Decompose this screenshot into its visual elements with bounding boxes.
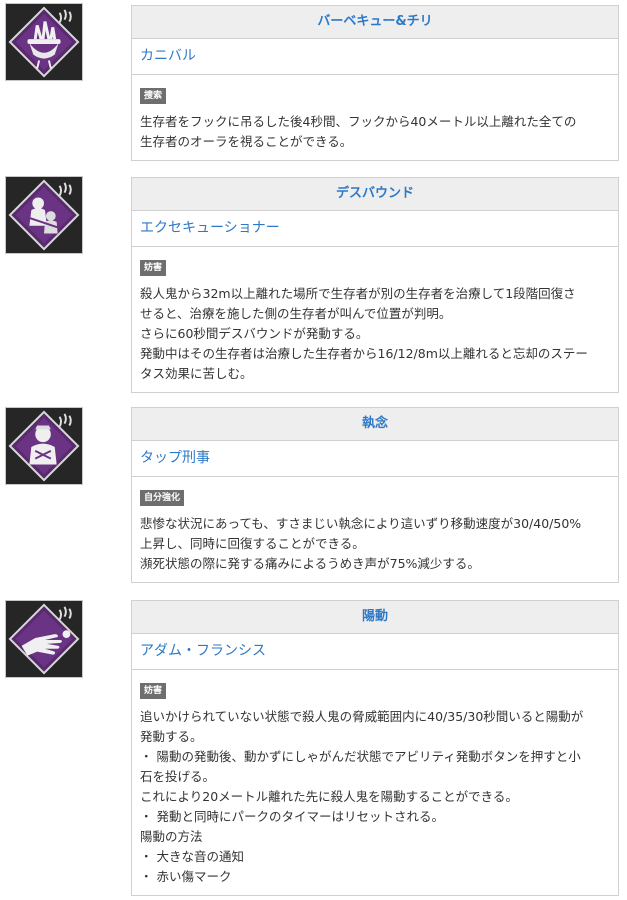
perk-character-link[interactable]: アダム・フランシス: [132, 634, 618, 670]
description-line: 生存者のオーラを視ることができる。: [140, 134, 353, 149]
description-line: 発動する。: [140, 729, 203, 744]
perk-description: 妨害 殺人鬼から32m以上離れた場所で生存者が別の生存者を治療して1段階回復さ …: [132, 247, 618, 392]
detective-icon: [6, 408, 82, 484]
perk-description: 妨害 追いかけられていない状態で殺人鬼の脅威範囲内に40/35/30秒間いると陽…: [132, 670, 618, 895]
description-line: 瀕死状態の際に発する痛みによるうめき声が75%減少する。: [140, 556, 480, 571]
perk-title: バーベキュー&チリ: [132, 6, 618, 39]
perk-character-link[interactable]: カニバル: [132, 39, 618, 75]
description-line: 発動中はその生存者は治療した生存者から16/12/8m以上離れると忘却のステー: [140, 346, 588, 361]
perk-title: デスバウンド: [132, 178, 618, 211]
perk-category-badge: 捜索: [140, 88, 167, 104]
perk-card: デスバウンド エクセキューショナー 妨害 殺人鬼から32m以上離れた場所で生存者…: [131, 177, 619, 393]
description-line: 陽動の方法: [140, 829, 203, 844]
description-line: ・ 発動と同時にパークのタイマーはリセットされる。: [140, 809, 444, 824]
description-line: ・ 陽動の発動後、動かずにしゃがんだ状態でアビリティ発動ボタンを押すと小: [140, 749, 581, 764]
perk-title: 陽動: [132, 601, 618, 634]
perk-category-badge: 自分強化: [140, 490, 185, 506]
perk-description: 自分強化 悲惨な状況にあっても、すさまじい執念により這いずり移動速度が30/40…: [132, 477, 618, 582]
perk-icon-frame: [5, 600, 83, 678]
bbq-grill-icon: [6, 4, 82, 80]
description-line: ・ 大きな音の通知: [140, 849, 244, 864]
perk-character-link[interactable]: タップ刑事: [132, 441, 618, 477]
description-line: 追いかけられていない状態で殺人鬼の脅威範囲内に40/35/30秒間いると陽動が: [140, 709, 584, 724]
perk-icon-frame: [5, 3, 83, 81]
perk-icon-frame: [5, 176, 83, 254]
description-line: せると、治療を施した側の生存者が叫んで位置が判明。: [140, 306, 452, 321]
description-line: 生存者をフックに吊るした後4秒間、フックから40メートル以上離れた全ての: [140, 114, 577, 129]
bound-survivors-icon: [6, 177, 82, 253]
perk-card: バーベキュー&チリ カニバル 捜索 生存者をフックに吊るした後4秒間、フックから…: [131, 5, 619, 161]
description-line: ・ 赤い傷マーク: [140, 869, 232, 884]
description-line: これにより20メートル離れた先に殺人鬼を陽動することができる。: [140, 789, 518, 804]
throwing-hand-icon: [6, 601, 82, 677]
perk-category-badge: 妨害: [140, 683, 167, 699]
perk-description: 捜索 生存者をフックに吊るした後4秒間、フックから40メートル以上離れた全ての …: [132, 75, 618, 160]
perk-category-badge: 妨害: [140, 260, 167, 276]
perk-card: 陽動 アダム・フランシス 妨害 追いかけられていない状態で殺人鬼の脅威範囲内に4…: [131, 600, 619, 896]
description-line: 上昇し、同時に回復することができる。: [140, 536, 365, 551]
description-line: タス効果に苦しむ。: [140, 366, 253, 381]
description-line: 石を投げる。: [140, 769, 216, 784]
description-line: さらに60秒間デスバウンドが発動する。: [140, 326, 369, 341]
perk-card: 執念 タップ刑事 自分強化 悲惨な状況にあっても、すさまじい執念により這いずり移…: [131, 407, 619, 583]
perk-title: 執念: [132, 408, 618, 441]
description-line: 殺人鬼から32m以上離れた場所で生存者が別の生存者を治療して1段階回復さ: [140, 286, 576, 301]
perk-icon-frame: [5, 407, 83, 485]
description-line: 悲惨な状況にあっても、すさまじい執念により這いずり移動速度が30/40/50%: [140, 516, 582, 531]
perk-character-link[interactable]: エクセキューショナー: [132, 211, 618, 247]
